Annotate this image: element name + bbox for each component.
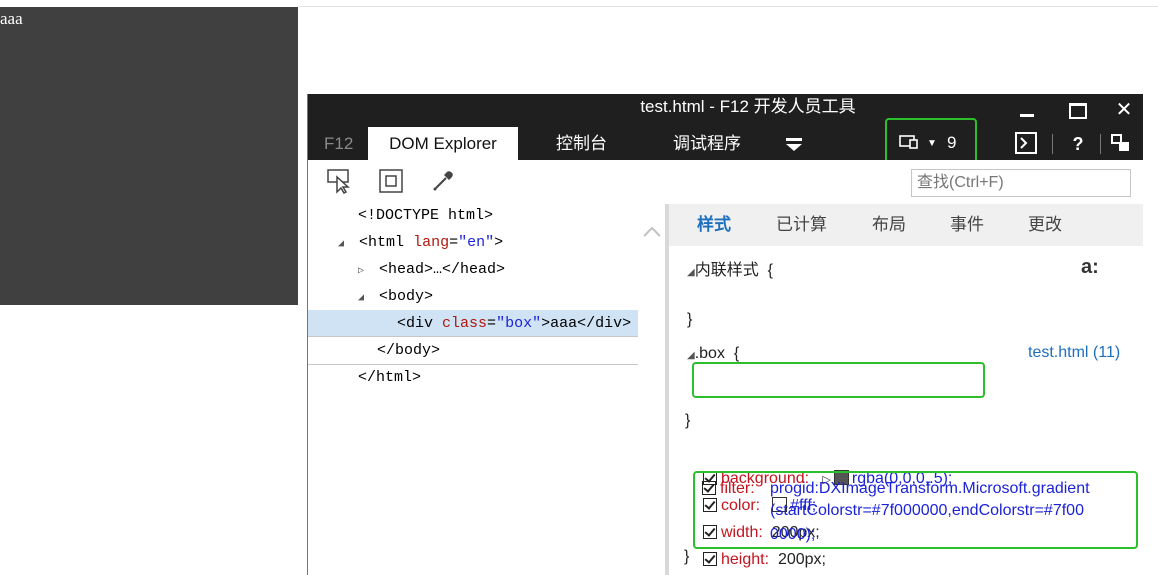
search-input[interactable]: 查找(Ctrl+F): [911, 169, 1131, 197]
dom-node-body[interactable]: ◢ <body>: [308, 283, 433, 310]
highlight-background: [692, 362, 985, 398]
highlight-box-icon[interactable]: [378, 168, 404, 194]
emulation-button[interactable]: ▼ 9: [885, 118, 977, 166]
tab-changes[interactable]: 更改: [1028, 204, 1062, 246]
inline-style-close: }: [685, 412, 691, 429]
chevron-down-icon: ▼: [927, 138, 937, 149]
tab-debugger[interactable]: 调试程序: [673, 127, 741, 160]
window-title: test.html - F12 开发人员工具: [640, 97, 856, 116]
title-bar: test.html - F12 开发人员工具 ✕ F12 DOM Explore…: [308, 94, 1143, 160]
collapsed-arrow-icon[interactable]: ▷: [358, 258, 370, 285]
expanded-arrow-icon[interactable]: ◢: [358, 285, 370, 312]
color-picker-icon[interactable]: [430, 168, 456, 194]
tab-styles[interactable]: 样式: [697, 204, 731, 246]
inline-close-brace: }: [687, 311, 693, 328]
close-button[interactable]: ✕: [1106, 98, 1142, 122]
font-icon[interactable]: a:: [1081, 256, 1099, 278]
tab-events[interactable]: 事件: [950, 204, 984, 246]
demo-box: aaa: [0, 7, 298, 305]
dom-node-html-close[interactable]: </html>: [308, 364, 421, 391]
dom-node-html[interactable]: ◢ <html lang="en">: [308, 229, 503, 256]
toolbar-divider: [1052, 134, 1053, 154]
rule-close-brace: }: [684, 548, 690, 565]
undock-icon[interactable]: [1110, 132, 1132, 156]
help-icon[interactable]: ?: [1068, 132, 1088, 156]
minimize-button[interactable]: [1008, 98, 1044, 122]
expanded-arrow-icon: ◢: [687, 267, 695, 278]
tab-layout[interactable]: 布局: [872, 204, 906, 246]
demo-box-text: aaa: [0, 9, 23, 28]
source-link[interactable]: test.html (11): [1028, 344, 1120, 362]
emulation-icon: [899, 135, 918, 149]
tab-computed[interactable]: 已计算: [776, 204, 827, 246]
checkbox[interactable]: [703, 552, 717, 566]
style-tabs: 样式 已计算 布局 事件 更改: [669, 204, 1143, 246]
select-element-icon[interactable]: [326, 168, 352, 194]
dom-tree: <!DOCTYPE html> ◢ <html lang="en"> ▷ <he…: [308, 204, 638, 575]
console-icon[interactable]: [1015, 132, 1037, 156]
emulation-count: 9: [947, 133, 957, 152]
tab-console[interactable]: 控制台: [556, 127, 607, 160]
scroll-up-icon[interactable]: [643, 222, 661, 240]
page-top-border: [298, 6, 1158, 7]
expanded-arrow-icon[interactable]: ◢: [338, 231, 350, 258]
expanded-arrow-icon: ◢: [687, 350, 695, 361]
dom-node-doctype[interactable]: <!DOCTYPE html>: [308, 204, 493, 229]
toolbar-divider: [1100, 134, 1101, 154]
highlight-filter: [693, 471, 1138, 549]
dom-node-body-close[interactable]: </body>: [308, 337, 440, 364]
dom-node-head[interactable]: ▷ <head>…</head>: [308, 256, 505, 283]
dom-node-div-selected[interactable]: <div class="box">aaa</div>: [308, 310, 638, 337]
prop-height[interactable]: height: 200px;: [703, 549, 826, 571]
tab-f12: F12: [324, 134, 354, 153]
tab-dom-explorer[interactable]: DOM Explorer: [368, 127, 518, 160]
maximize-button[interactable]: [1060, 98, 1096, 122]
inline-style-header[interactable]: ◢内联样式 {: [687, 260, 773, 284]
